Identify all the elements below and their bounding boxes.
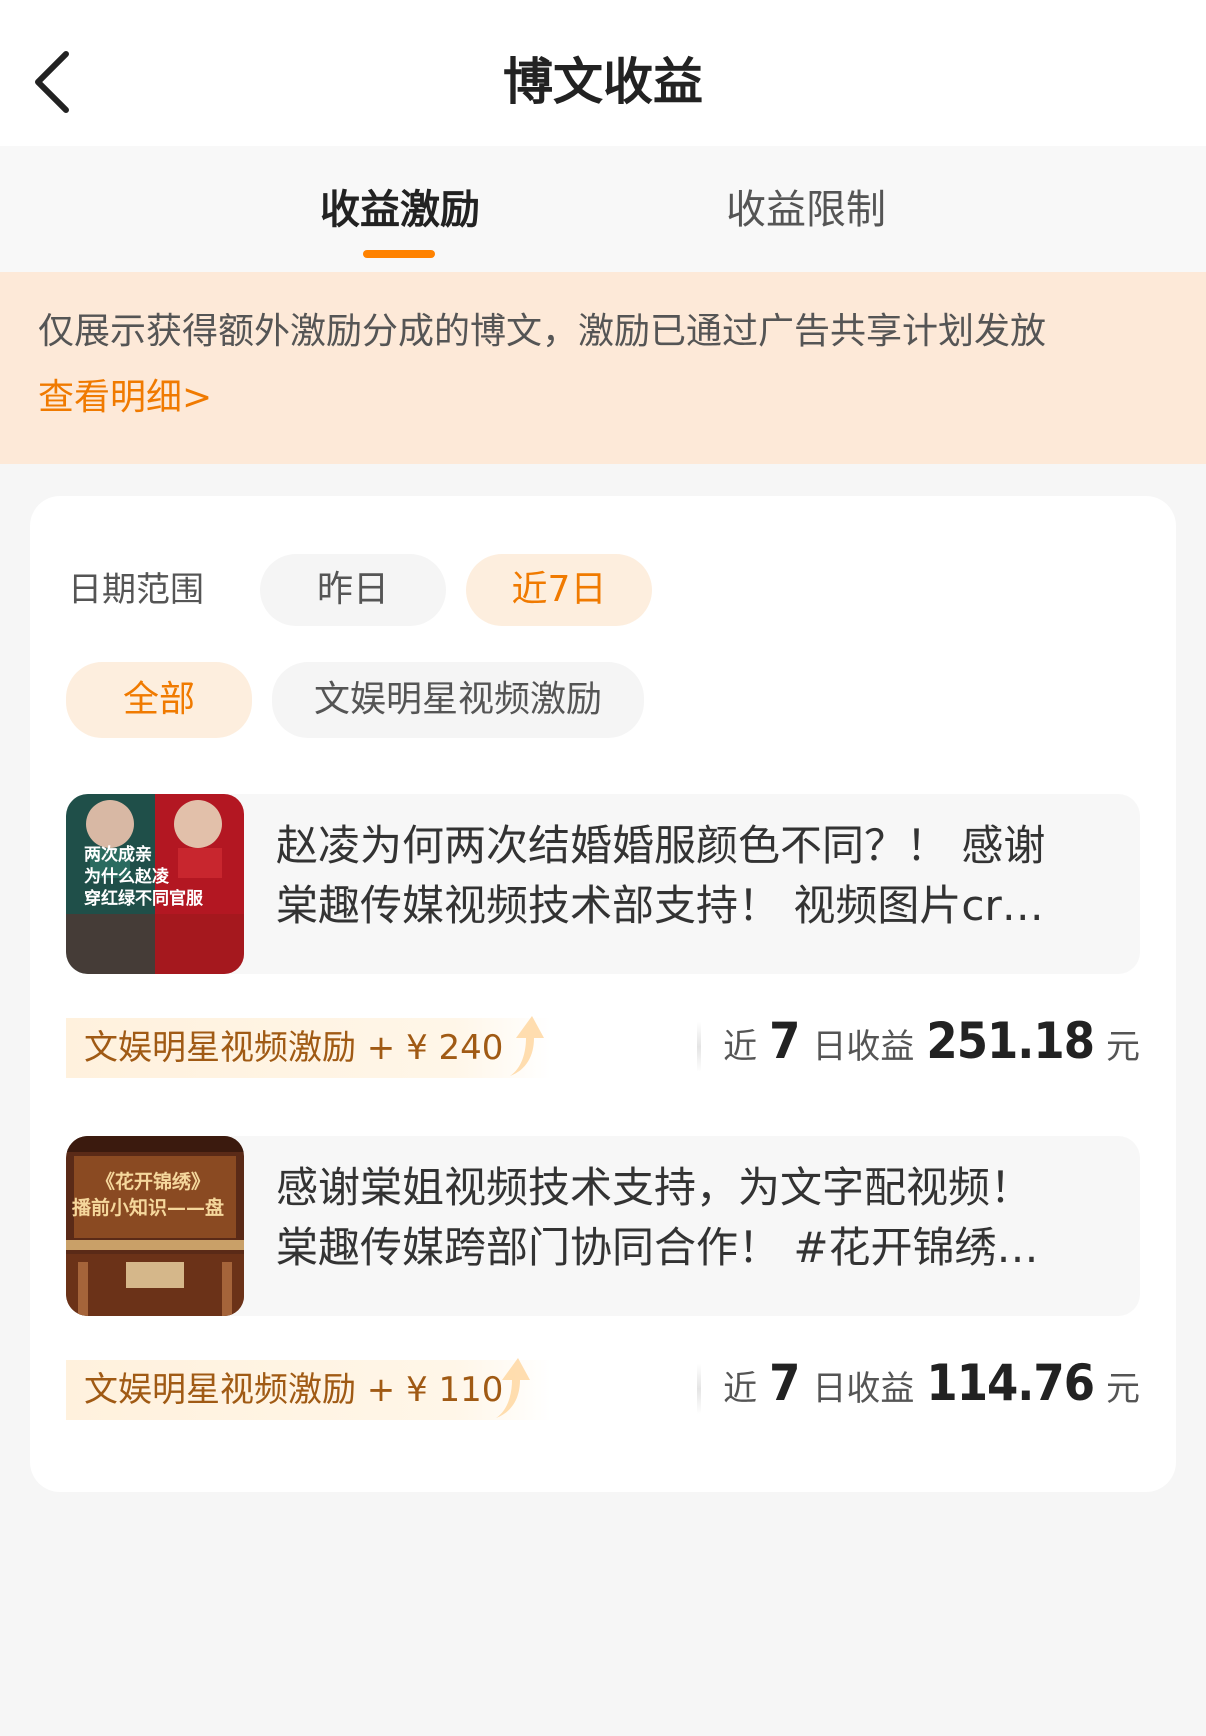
tab-incentive[interactable]: 收益激励 [300,182,500,238]
up-arrow-icon [510,1016,544,1076]
up-arrow-icon [496,1358,530,1418]
post-thumbnail: 《花开锦绣》 播前小知识——盘 [66,1136,244,1316]
post-earnings-row: 文娱明星视频激励 + ¥ 110 近 7 日收益 114.76 元 [66,1354,1140,1420]
page-title: 博文收益 [503,53,703,111]
type-option-entertainment-video[interactable]: 文娱明星视频激励 [272,662,644,738]
earnings-label: 日收益 [812,1369,915,1409]
post-text-line: 棠趣传媒视频技术部支持！ 视频图片cr… [276,881,1044,930]
earnings-unit: 元 [1106,1027,1140,1067]
incentive-badge: 文娱明星视频激励 + ¥ 240 [66,1018,552,1078]
thumb-caption: 为什么赵凌 [84,866,170,887]
earnings-amount: 114.76 [926,1354,1095,1412]
earnings-label: 日收益 [812,1027,915,1067]
date-range-label: 日期范围 [68,570,204,610]
earnings-days: 7 [769,1012,801,1070]
earnings-summary: 近 7 日收益 251.18 元 [697,1012,1140,1082]
top-bar: 博文收益 [0,0,1206,146]
earnings-card: 日期范围 昨日 近7日 全部 文娱明星视频激励 两次成亲 为什么赵凌 穿红绿不同… [30,496,1176,1492]
post-item[interactable]: 《花开锦绣》 播前小知识——盘 感谢棠姐视频技术支持，为文字配视频！ 棠趣传媒跨… [66,1136,1140,1316]
tab-limits[interactable]: 收益限制 [706,182,906,238]
post-text: 感谢棠姐视频技术支持，为文字配视频！ 棠趣传媒跨部门协同合作！ #花开锦绣… [276,1158,1116,1278]
incentive-badge-text: 文娱明星视频激励 + ¥ 240 [84,1028,504,1068]
earnings-prefix: 近 [723,1027,758,1067]
notice-banner: 仅展示获得额外激励分成的博文，激励已通过广告共享计划发放 查看明细> [0,272,1206,464]
date-option-yesterday[interactable]: 昨日 [260,554,446,626]
incentive-badge-text: 文娱明星视频激励 + ¥ 110 [84,1370,504,1410]
divider [697,1364,702,1414]
divider [697,1022,702,1072]
post-text-line: 棠趣传媒跨部门协同合作！ #花开锦绣… [276,1223,1039,1272]
thumb-caption: 《花开锦绣》 [96,1170,210,1193]
post-item[interactable]: 两次成亲 为什么赵凌 穿红绿不同官服 赵凌为何两次结婚婚服颜色不同？！ 感谢 棠… [66,794,1140,974]
view-details-link[interactable]: 查看明细> [38,374,212,422]
type-option-all[interactable]: 全部 [66,662,252,738]
notice-text: 仅展示获得额外激励分成的博文，激励已通过广告共享计划发放 [38,311,1047,352]
incentive-badge: 文娱明星视频激励 + ¥ 110 [66,1360,552,1420]
earnings-days: 7 [769,1354,801,1412]
thumb-caption: 两次成亲 [84,844,152,865]
post-text: 赵凌为何两次结婚婚服颜色不同？！ 感谢 棠趣传媒视频技术部支持！ 视频图片cr… [276,816,1116,936]
tab-active-indicator [363,250,435,258]
post-text-line: 赵凌为何两次结婚婚服颜色不同？！ 感谢 [276,821,1046,870]
thumb-caption: 穿红绿不同官服 [84,888,204,909]
earnings-amount: 251.18 [926,1012,1095,1070]
thumb-caption: 播前小知识——盘 [72,1196,224,1219]
earnings-summary: 近 7 日收益 114.76 元 [697,1354,1140,1424]
earnings-prefix: 近 [723,1369,758,1409]
date-option-7days[interactable]: 近7日 [466,554,652,626]
post-text-line: 感谢棠姐视频技术支持，为文字配视频！ [276,1163,1033,1212]
tab-bar: 收益激励 收益限制 [0,146,1206,272]
earnings-unit: 元 [1106,1369,1140,1409]
post-earnings-row: 文娱明星视频激励 + ¥ 240 近 7 日收益 251.18 元 [66,1012,1140,1078]
post-thumbnail: 两次成亲 为什么赵凌 穿红绿不同官服 [66,794,244,974]
